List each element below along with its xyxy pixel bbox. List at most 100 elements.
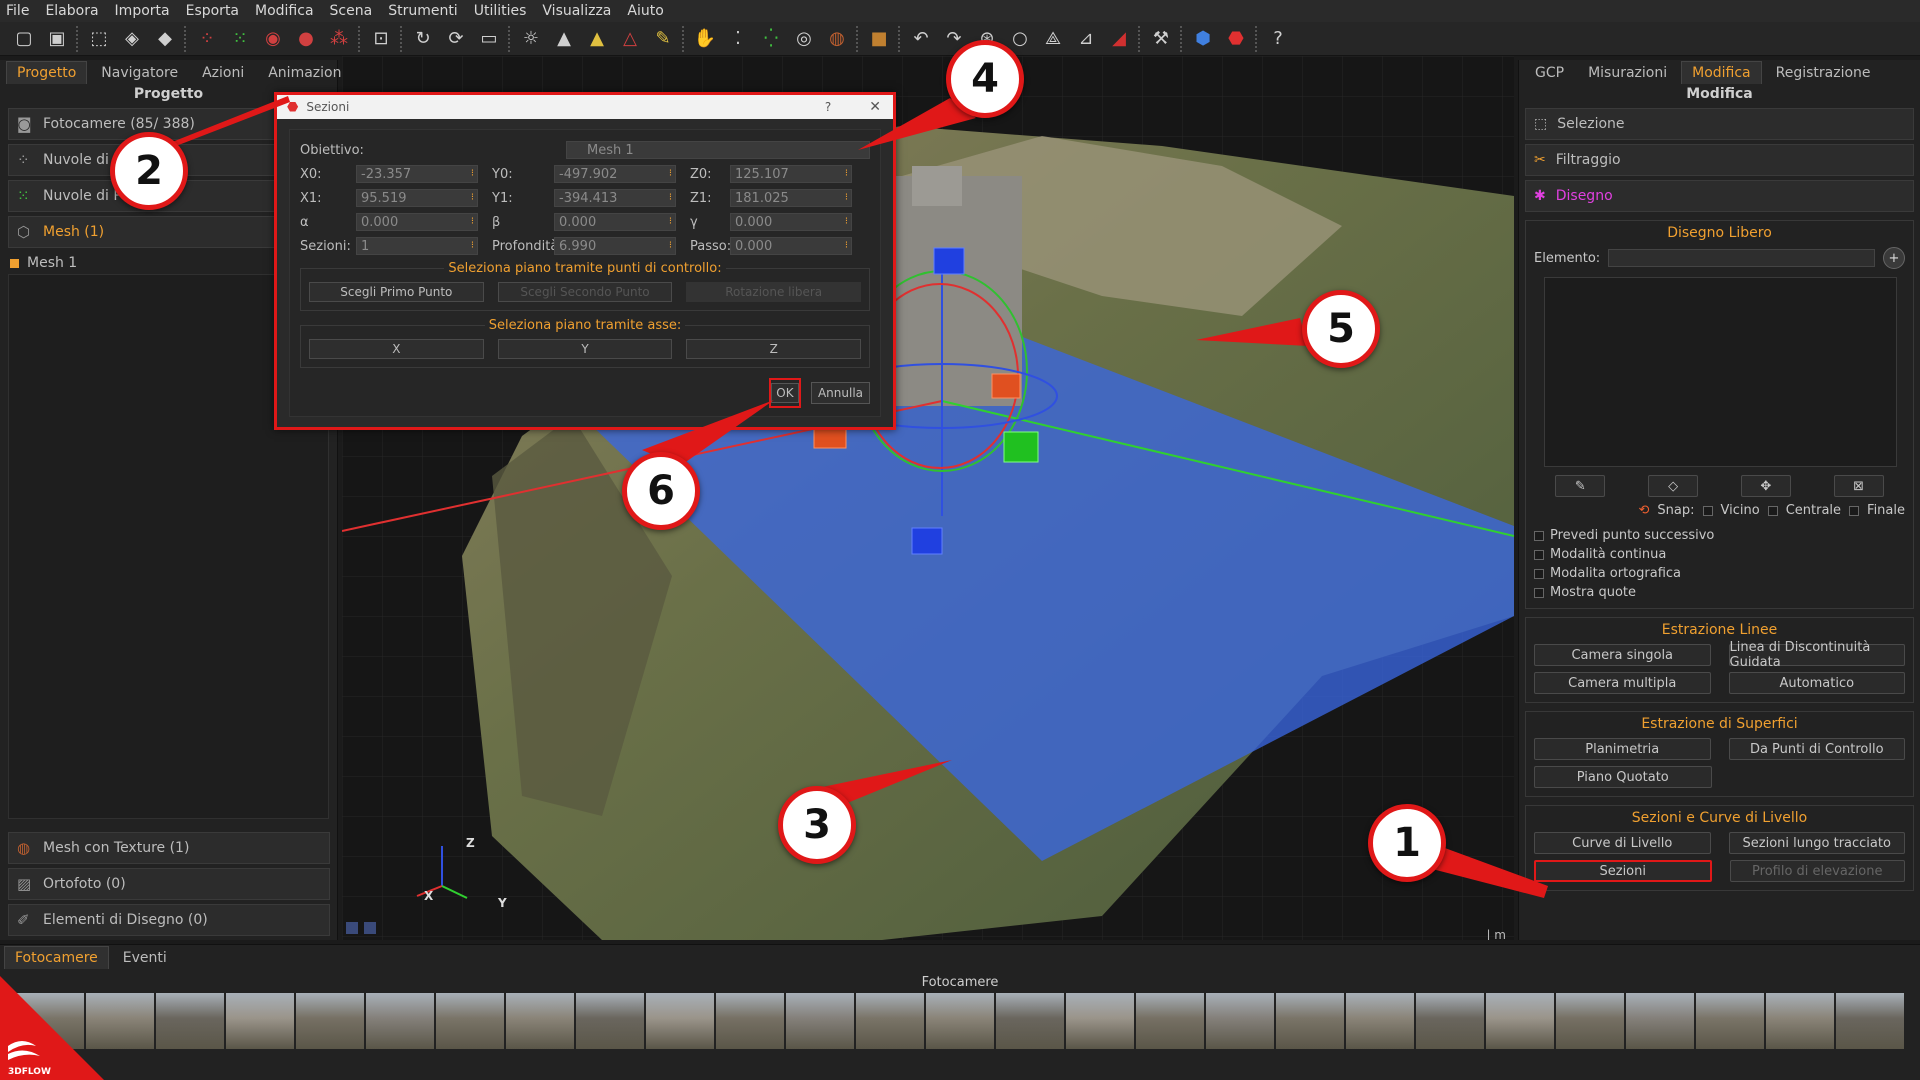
mesh-gray-icon[interactable]: ◎ xyxy=(790,25,818,53)
magnet-icon[interactable]: ◢ xyxy=(1105,25,1133,53)
gizmo-handle-blue-top[interactable] xyxy=(933,247,965,275)
camera-thumbnail[interactable] xyxy=(296,993,364,1049)
pencil-icon[interactable]: ✎ xyxy=(1555,475,1606,497)
tab-azioni[interactable]: Azioni xyxy=(192,62,254,84)
camera-thumbnail[interactable] xyxy=(1486,993,1554,1049)
tab-gcp[interactable]: GCP xyxy=(1525,62,1574,84)
numeric-field[interactable]: 0.000 ⁝ xyxy=(356,213,478,231)
camera-thumbnail[interactable] xyxy=(506,993,574,1049)
spinner-icon[interactable]: ⁝ xyxy=(845,217,848,227)
rotate-icon[interactable]: ↻ xyxy=(409,25,437,53)
snap-finale-checkbox[interactable] xyxy=(1849,505,1860,516)
tool-filtraggio[interactable]: ✂ Filtraggio xyxy=(1525,144,1914,176)
tool-disegno[interactable]: ✱ Disegno xyxy=(1525,180,1914,212)
plane-icon[interactable]: ⟁ xyxy=(1039,25,1067,53)
piano-quotato-button[interactable]: Piano Quotato xyxy=(1534,766,1712,788)
menu-scena[interactable]: Scena xyxy=(330,3,373,19)
cube-icon[interactable]: ◈ xyxy=(118,25,146,53)
image-icon[interactable]: ▭ xyxy=(475,25,503,53)
cube-blue-icon[interactable]: ⬢ xyxy=(1189,25,1217,53)
menu-modifica[interactable]: Modifica xyxy=(255,3,314,19)
cancel-button[interactable]: Annulla xyxy=(810,382,870,404)
tab-eventi[interactable]: Eventi xyxy=(113,947,177,969)
points-icon[interactable]: ⁚ xyxy=(724,25,752,53)
orbit-icon[interactable]: ⟳ xyxy=(442,25,470,53)
numeric-field[interactable]: 0.000 ⁝ xyxy=(554,213,676,231)
tab-fotocamere[interactable]: Fotocamere xyxy=(4,946,109,969)
da-punti-controllo-button[interactable]: Da Punti di Controllo xyxy=(1728,738,1905,760)
help-icon[interactable]: ? xyxy=(1264,25,1292,53)
camera-thumbnail[interactable] xyxy=(1136,993,1204,1049)
numeric-field[interactable]: -497.902 ⁝ xyxy=(554,165,676,183)
scegli-primo-punto-button[interactable]: Scegli Primo Punto xyxy=(309,282,484,302)
spinner-icon[interactable]: ⁝ xyxy=(845,169,848,179)
camera-thumbnail[interactable] xyxy=(226,993,294,1049)
tree-row-orthophoto[interactable]: ▨ Ortofoto (0) xyxy=(8,868,330,900)
axis-x-button[interactable]: X xyxy=(309,339,484,359)
camera-thumbnail[interactable] xyxy=(1556,993,1624,1049)
viewport-mini-icon-1[interactable] xyxy=(346,922,358,934)
camera-thumbnail[interactable] xyxy=(716,993,784,1049)
snap-vicino-checkbox[interactable] xyxy=(1702,505,1713,516)
spinner-icon[interactable]: ⁝ xyxy=(669,193,672,203)
dialog-help-icon[interactable]: ? xyxy=(825,100,831,114)
objective-select[interactable]: Mesh 1 xyxy=(566,141,870,159)
numeric-field[interactable]: 6.990 ⁝ xyxy=(554,237,676,255)
tab-misurazioni[interactable]: Misurazioni xyxy=(1578,62,1677,84)
shield-icon[interactable]: ⬣ xyxy=(1222,25,1250,53)
camera-thumbnail[interactable] xyxy=(996,993,1064,1049)
menu-importa[interactable]: Importa xyxy=(115,3,170,19)
sparse-cloud-icon[interactable]: ⁘ xyxy=(193,25,221,53)
tab-modifica[interactable]: Modifica xyxy=(1681,61,1762,84)
numeric-field[interactable]: -23.357 ⁝ xyxy=(356,165,478,183)
numeric-field[interactable]: 125.107 ⁝ xyxy=(730,165,852,183)
numeric-field[interactable]: 0.000 ⁝ xyxy=(730,237,852,255)
camera-thumbnail[interactable] xyxy=(646,993,714,1049)
texture-icon[interactable]: ● xyxy=(292,25,320,53)
camera-thumbnail[interactable] xyxy=(786,993,854,1049)
menu-utilities[interactable]: Utilities xyxy=(474,3,527,19)
spinner-icon[interactable]: ⁝ xyxy=(471,241,474,251)
viewport-mini-icon-2[interactable] xyxy=(364,922,376,934)
edit-icon[interactable]: ⊠ xyxy=(1833,475,1884,497)
spinner-icon[interactable]: ⁝ xyxy=(669,169,672,179)
axis-y-button[interactable]: Y xyxy=(497,339,673,359)
tree-row-drawing-elements[interactable]: ✐ Elementi di Disegno (0) xyxy=(8,904,330,936)
spinner-icon[interactable]: ⁝ xyxy=(845,193,848,203)
tab-registrazione[interactable]: Registrazione xyxy=(1766,62,1881,84)
camera-thumbnail[interactable] xyxy=(1206,993,1274,1049)
undo-icon[interactable]: ↶ xyxy=(907,25,935,53)
camera-thumbnail[interactable] xyxy=(366,993,434,1049)
green-points-icon[interactable]: ⁛ xyxy=(757,25,785,53)
option-checkbox[interactable] xyxy=(1534,549,1544,560)
profilo-elevazione-button[interactable]: Profilo di elevazione xyxy=(1729,860,1905,882)
element-select[interactable] xyxy=(1608,249,1875,267)
option-checkbox[interactable] xyxy=(1534,587,1544,598)
option-checkbox[interactable] xyxy=(1534,568,1544,579)
gizmo-handle-green-right[interactable] xyxy=(1003,431,1039,463)
mesh-color-icon[interactable]: ◍ xyxy=(823,25,851,53)
numeric-field[interactable]: -394.413 ⁝ xyxy=(554,189,676,207)
menu-elabora[interactable]: Elabora xyxy=(45,3,98,19)
triangle-yellow-icon[interactable]: ▲ xyxy=(583,25,611,53)
sezioni-button[interactable]: Sezioni xyxy=(1534,860,1712,882)
camera-multipla-button[interactable]: Camera multipla xyxy=(1534,672,1711,694)
option-checkbox[interactable] xyxy=(1534,530,1544,541)
camera-thumbnail[interactable] xyxy=(156,993,224,1049)
light-icon[interactable]: ☼ xyxy=(517,25,545,53)
menu-esporta[interactable]: Esporta xyxy=(186,3,239,19)
add-element-icon[interactable]: + xyxy=(1883,247,1905,269)
camera-icon[interactable]: ⊡ xyxy=(367,25,395,53)
menu-strumenti[interactable]: Strumenti xyxy=(388,3,458,19)
scegli-secondo-punto-button[interactable]: Scegli Secondo Punto xyxy=(497,282,673,302)
numeric-field[interactable]: 181.025 ⁝ xyxy=(730,189,852,207)
sezioni-lungo-tracciato-button[interactable]: Sezioni lungo tracciato xyxy=(1728,832,1905,854)
box-icon[interactable]: ◆ xyxy=(151,25,179,53)
tool-selezione[interactable]: ⬚ Selezione xyxy=(1525,108,1914,140)
close-icon[interactable]: ✕ xyxy=(869,99,881,115)
ortho-icon[interactable]: ■ xyxy=(865,25,893,53)
numeric-field[interactable]: 95.519 ⁝ xyxy=(356,189,478,207)
spinner-icon[interactable]: ⁝ xyxy=(669,241,672,251)
camera-thumbnail[interactable] xyxy=(1066,993,1134,1049)
new-project-icon[interactable]: ▢ xyxy=(10,25,38,53)
